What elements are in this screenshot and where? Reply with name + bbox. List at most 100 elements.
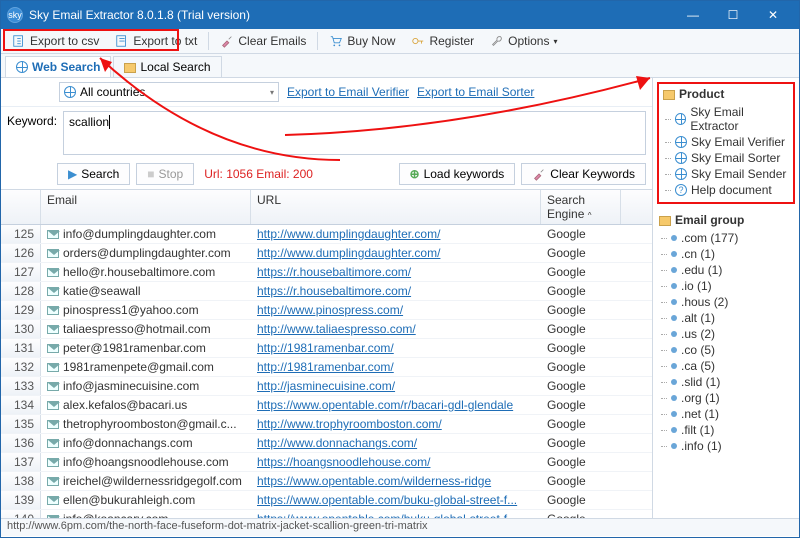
register-button[interactable]: Register	[404, 31, 481, 51]
chevron-down-icon: ▾	[553, 37, 557, 46]
table-row[interactable]: 136info@donnachangs.comhttp://www.donnac…	[1, 434, 652, 453]
emailgroup-item[interactable]: .ca (5)	[657, 358, 795, 374]
maximize-button[interactable]: ☐	[713, 1, 753, 29]
grid-body[interactable]: 125info@dumplingdaughter.comhttp://www.d…	[1, 225, 652, 518]
table-row[interactable]: 126orders@dumplingdaughter.comhttp://www…	[1, 244, 652, 263]
row-index: 126	[1, 244, 41, 262]
options-button[interactable]: Options ▾	[483, 31, 564, 51]
dot-icon	[671, 363, 677, 369]
table-row[interactable]: 135thetrophyroomboston@gmail.c...http://…	[1, 415, 652, 434]
close-button[interactable]: ✕	[753, 1, 793, 29]
emailgroup-item[interactable]: .slid (1)	[657, 374, 795, 390]
row-url[interactable]: http://jasminecuisine.com/	[251, 377, 541, 395]
export-verifier-link[interactable]: Export to Email Verifier	[287, 85, 409, 99]
buy-now-button[interactable]: Buy Now	[322, 31, 402, 51]
folder-icon	[659, 216, 671, 226]
emailgroup-item[interactable]: .org (1)	[657, 390, 795, 406]
row-url[interactable]: http://www.donnachangs.com/	[251, 434, 541, 452]
table-row[interactable]: 139ellen@bukurahleigh.comhttps://www.ope…	[1, 491, 652, 510]
emailgroup-item[interactable]: .info (1)	[657, 438, 795, 454]
search-button[interactable]: ▶ Search	[57, 163, 130, 185]
row-url[interactable]: http://1981ramenbar.com/	[251, 358, 541, 376]
emailgroup-item[interactable]: .com (177)	[657, 230, 795, 246]
emailgroup-item-label: .info (1)	[681, 439, 722, 453]
row-url[interactable]: http://www.taliaespresso.com/	[251, 320, 541, 338]
product-item[interactable]: Sky Email Sorter	[661, 150, 791, 166]
emailgroup-item[interactable]: .net (1)	[657, 406, 795, 422]
product-item[interactable]: ?Help document	[661, 182, 791, 198]
emailgroup-item[interactable]: .alt (1)	[657, 310, 795, 326]
row-url[interactable]: https://www.opentable.com/buku-global-st…	[251, 491, 541, 509]
row-url[interactable]: http://www.trophyroomboston.com/	[251, 415, 541, 433]
row-email: 1981ramenpete@gmail.com	[41, 358, 251, 376]
country-dropdown[interactable]: All countries ▾	[59, 82, 279, 102]
crawl-status: Url: 1056 Email: 200	[204, 167, 392, 181]
row-url[interactable]: https://hoangsnoodlehouse.com/	[251, 453, 541, 471]
keyword-value: scallion	[69, 115, 109, 129]
table-row[interactable]: 127hello@r.housebaltimore.comhttps://r.h…	[1, 263, 652, 282]
col-email[interactable]: Email	[41, 190, 251, 224]
export-txt-icon	[115, 34, 129, 48]
col-search-engine[interactable]: Search Engine ^	[541, 190, 621, 224]
clear-emails-button[interactable]: Clear Emails	[213, 31, 313, 51]
row-url[interactable]: https://www.opentable.com/wilderness-rid…	[251, 472, 541, 490]
product-item[interactable]: Sky Email Sender	[661, 166, 791, 182]
row-url[interactable]: http://1981ramenbar.com/	[251, 339, 541, 357]
globe-icon	[64, 86, 76, 98]
toolbar-separator	[208, 32, 209, 50]
export-txt-label: Export to txt	[133, 34, 197, 48]
mail-icon	[47, 420, 59, 429]
table-row[interactable]: 137info@hoangsnoodlehouse.comhttps://hoa…	[1, 453, 652, 472]
minimize-button[interactable]: —	[673, 1, 713, 29]
table-row[interactable]: 131peter@1981ramenbar.comhttp://1981rame…	[1, 339, 652, 358]
row-url[interactable]: https://r.housebaltimore.com/	[251, 263, 541, 281]
row-url[interactable]: https://www.opentable.com/r/bacari-gdl-g…	[251, 396, 541, 414]
row-email: taliaespresso@hotmail.com	[41, 320, 251, 338]
row-url[interactable]: https://www.opentable.com/buku-global-st…	[251, 510, 541, 518]
table-row[interactable]: 125info@dumplingdaughter.comhttp://www.d…	[1, 225, 652, 244]
action-row: ▶ Search ■ Stop Url: 1056 Email: 200 ⊕ L…	[1, 159, 652, 190]
product-item[interactable]: Sky Email Verifier	[661, 134, 791, 150]
clear-keywords-button[interactable]: Clear Keywords	[521, 163, 646, 185]
plus-icon: ⊕	[410, 167, 420, 181]
load-keywords-button[interactable]: ⊕ Load keywords	[399, 163, 516, 185]
table-row[interactable]: 133info@jasminecuisine.comhttp://jasmine…	[1, 377, 652, 396]
emailgroup-item[interactable]: .us (2)	[657, 326, 795, 342]
table-row[interactable]: 134alex.kefalos@bacari.ushttps://www.ope…	[1, 396, 652, 415]
row-url[interactable]: http://www.dumplingdaughter.com/	[251, 225, 541, 243]
col-index[interactable]	[1, 190, 41, 224]
export-csv-button[interactable]: Export to csv	[5, 31, 106, 51]
emailgroup-item[interactable]: .hous (2)	[657, 294, 795, 310]
stop-button[interactable]: ■ Stop	[136, 163, 194, 185]
row-url[interactable]: http://www.dumplingdaughter.com/	[251, 244, 541, 262]
table-row[interactable]: 129pinospress1@yahoo.comhttp://www.pinos…	[1, 301, 652, 320]
product-item[interactable]: Sky Email Extractor	[661, 104, 791, 134]
row-email: info@koancary.com	[41, 510, 251, 518]
table-row[interactable]: 128katie@seawallhttps://r.housebaltimore…	[1, 282, 652, 301]
emailgroup-item[interactable]: .edu (1)	[657, 262, 795, 278]
dot-icon	[671, 331, 677, 337]
table-row[interactable]: 140info@koancary.comhttps://www.opentabl…	[1, 510, 652, 518]
emailgroup-item[interactable]: .filt (1)	[657, 422, 795, 438]
table-row[interactable]: 130taliaespresso@hotmail.comhttp://www.t…	[1, 320, 652, 339]
export-txt-button[interactable]: Export to txt	[108, 31, 204, 51]
statusbar: http://www.6pm.com/the-north-face-fusefo…	[1, 518, 799, 536]
table-row[interactable]: 138ireichel@wildernessridgegolf.comhttps…	[1, 472, 652, 491]
keyword-input[interactable]: scallion	[63, 111, 646, 155]
table-row[interactable]: 1321981ramenpete@gmail.comhttp://1981ram…	[1, 358, 652, 377]
row-url[interactable]: http://www.pinospress.com/	[251, 301, 541, 319]
export-sorter-link[interactable]: Export to Email Sorter	[417, 85, 534, 99]
tab-local-search[interactable]: Local Search	[113, 56, 221, 77]
tab-web-search[interactable]: Web Search	[5, 56, 111, 77]
mail-icon	[47, 382, 59, 391]
emailgroup-item[interactable]: .co (5)	[657, 342, 795, 358]
row-url[interactable]: https://r.housebaltimore.com/	[251, 282, 541, 300]
keyword-row: Keyword: scallion	[1, 107, 652, 159]
row-search-engine: Google	[541, 453, 621, 471]
col-url[interactable]: URL	[251, 190, 541, 224]
row-search-engine: Google	[541, 377, 621, 395]
mail-icon	[47, 249, 59, 258]
emailgroup-item[interactable]: .io (1)	[657, 278, 795, 294]
emailgroup-item[interactable]: .cn (1)	[657, 246, 795, 262]
mail-icon	[47, 287, 59, 296]
